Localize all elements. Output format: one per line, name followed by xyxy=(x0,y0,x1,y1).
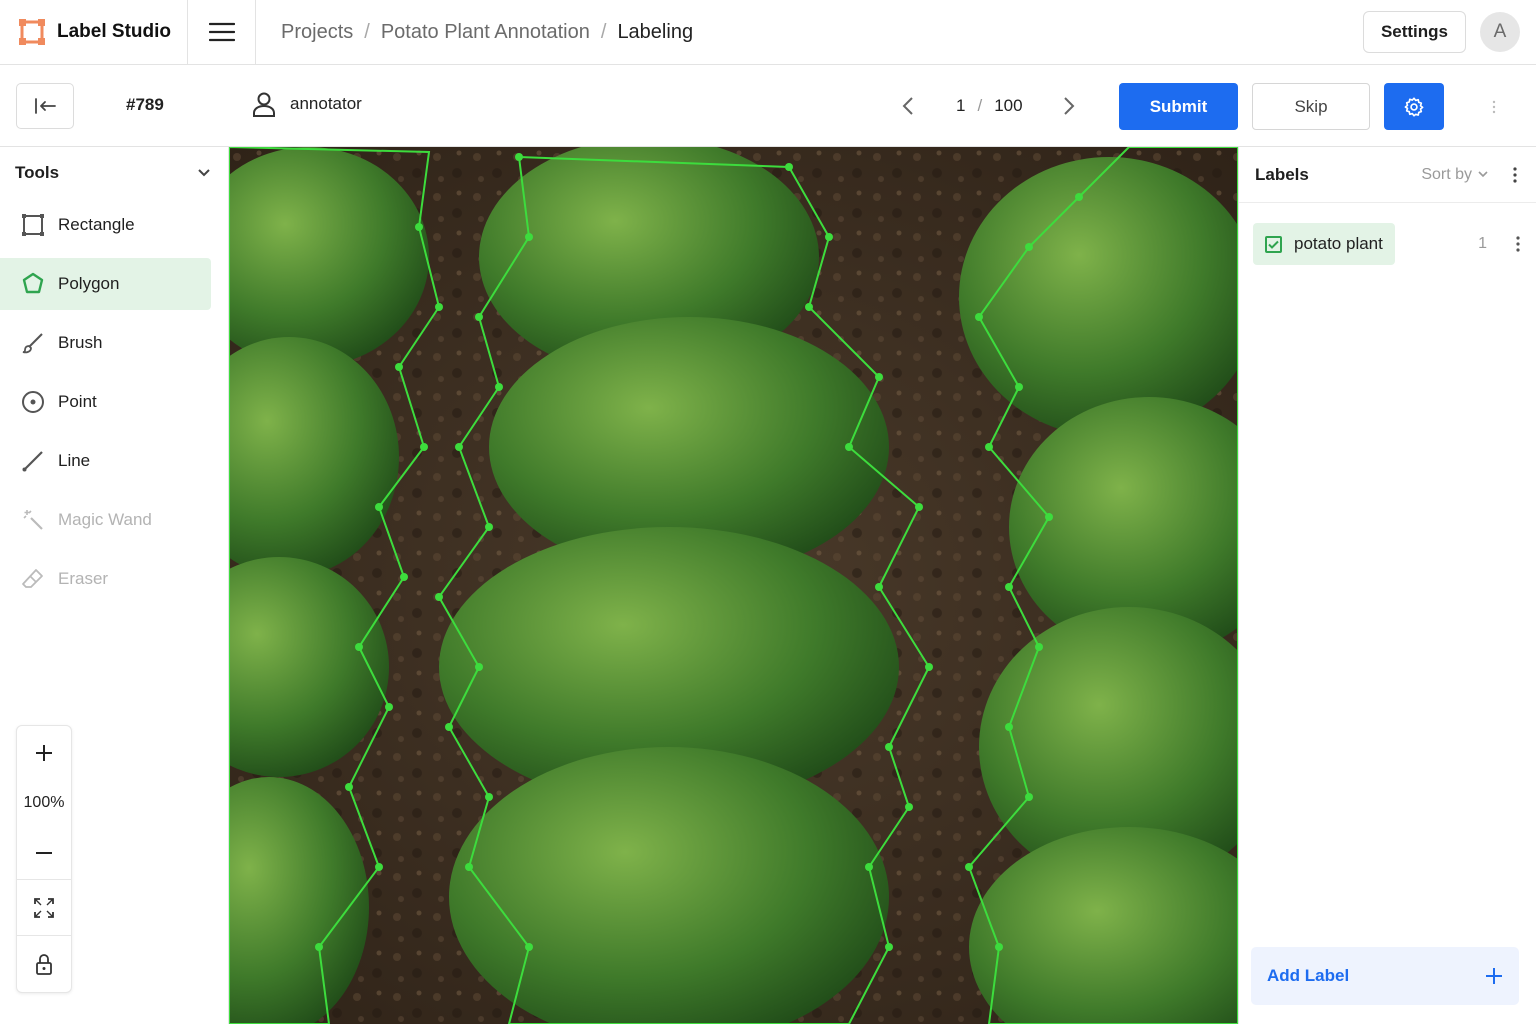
breadcrumb-separator: / xyxy=(364,20,370,43)
magic-wand-icon xyxy=(20,507,46,533)
hamburger-menu-button[interactable] xyxy=(188,0,256,65)
breadcrumb: Projects / Potato Plant Annotation / Lab… xyxy=(256,21,693,44)
top-header: Label Studio Projects / Potato Plant Ann… xyxy=(0,0,1536,65)
brush-icon xyxy=(20,330,46,356)
user-name: annotator xyxy=(290,94,362,113)
labels-title: Labels xyxy=(1255,164,1309,184)
brand[interactable]: Label Studio xyxy=(0,0,188,65)
labeling-settings-button[interactable] xyxy=(1384,83,1444,130)
expand-icon xyxy=(34,897,54,918)
labels-more-button[interactable] xyxy=(1510,166,1520,183)
fit-to-screen-button[interactable] xyxy=(17,880,71,936)
label-count: 1 xyxy=(1478,235,1487,252)
more-vertical-icon xyxy=(1516,236,1520,252)
zoom-level: 100% xyxy=(23,794,65,811)
add-label-text: Add Label xyxy=(1267,966,1350,985)
gear-icon xyxy=(1404,96,1424,117)
more-vertical-icon xyxy=(1513,166,1517,183)
zoom-in-button[interactable] xyxy=(17,726,71,780)
plus-icon xyxy=(36,745,52,761)
chevron-down-icon xyxy=(198,169,210,177)
exit-icon xyxy=(35,98,56,114)
tools-header[interactable]: Tools xyxy=(0,147,228,199)
tools-panel: Tools Rectangle Polygon Brush Point Line xyxy=(0,147,229,1024)
next-task-button[interactable] xyxy=(1057,85,1081,127)
page-total: 100 xyxy=(994,96,1023,115)
minus-icon xyxy=(36,851,52,854)
plus-icon xyxy=(1486,968,1502,984)
tool-rectangle[interactable]: Rectangle xyxy=(0,199,211,251)
tool-polygon[interactable]: Polygon xyxy=(0,258,211,310)
skip-button[interactable]: Skip xyxy=(1252,83,1370,130)
back-button[interactable] xyxy=(16,83,74,129)
tool-label: Brush xyxy=(58,333,103,352)
tool-magic-wand: Magic Wand xyxy=(0,494,211,546)
current-user: annotator xyxy=(252,91,362,117)
label-name: potato plant xyxy=(1294,234,1383,253)
chevron-down-icon xyxy=(1478,171,1488,178)
label-more-button[interactable] xyxy=(1513,236,1523,252)
polygon-icon xyxy=(20,271,46,297)
lock-button[interactable] xyxy=(17,936,71,992)
lock-icon xyxy=(36,954,52,975)
tool-line[interactable]: Line xyxy=(0,435,211,487)
page-current: 1 xyxy=(956,96,966,115)
rectangle-icon xyxy=(20,212,46,238)
label-chip[interactable]: potato plant xyxy=(1253,223,1395,265)
tools-title: Tools xyxy=(15,163,60,182)
tool-label: Point xyxy=(58,392,97,411)
tool-label: Eraser xyxy=(58,569,109,588)
label-checkbox[interactable] xyxy=(1265,235,1282,253)
more-vertical-icon xyxy=(1492,100,1496,114)
submit-button[interactable]: Submit xyxy=(1119,83,1238,130)
check-icon xyxy=(1268,240,1279,249)
tool-label: Polygon xyxy=(58,274,120,293)
label-studio-logo-icon xyxy=(19,19,45,45)
chevron-right-icon xyxy=(1063,97,1074,115)
tool-point[interactable]: Point xyxy=(0,376,211,428)
user-icon xyxy=(253,92,275,117)
more-options-button[interactable] xyxy=(1488,97,1500,117)
task-pager: 1 / 100 xyxy=(896,85,1081,127)
breadcrumb-project[interactable]: Potato Plant Annotation xyxy=(381,21,590,44)
avatar[interactable]: A xyxy=(1480,12,1520,52)
eraser-icon xyxy=(20,566,46,592)
breadcrumb-projects[interactable]: Projects xyxy=(281,21,353,44)
app-name: Label Studio xyxy=(57,21,171,42)
potato-field-image[interactable] xyxy=(229,147,1238,1024)
tool-brush[interactable]: Brush xyxy=(0,317,211,369)
label-item[interactable]: potato plant 1 xyxy=(1253,223,1523,265)
tool-label: Rectangle xyxy=(58,215,135,234)
page-separator: / xyxy=(977,96,983,115)
hamburger-icon xyxy=(208,22,235,42)
line-icon xyxy=(20,448,46,474)
annotation-canvas[interactable] xyxy=(229,147,1238,1024)
settings-button[interactable]: Settings xyxy=(1362,11,1466,53)
sort-by-dropdown[interactable]: Sort by xyxy=(1421,166,1488,184)
labels-header: Labels Sort by xyxy=(1239,147,1536,203)
task-toolbar: #789 annotator 1 / 100 Submit Skip xyxy=(0,65,1536,147)
sort-by-label: Sort by xyxy=(1421,165,1472,183)
breadcrumb-separator: / xyxy=(600,20,607,43)
tool-eraser: Eraser xyxy=(0,553,211,605)
breadcrumb-current: Labeling xyxy=(617,20,694,43)
chevron-left-icon xyxy=(902,97,913,115)
labels-panel: Labels Sort by potato plant 1 Add Label xyxy=(1238,147,1536,1024)
task-id: #789 xyxy=(126,95,164,114)
point-icon xyxy=(20,389,46,415)
add-label-button[interactable]: Add Label xyxy=(1251,947,1519,1005)
zoom-controls: 100% xyxy=(16,725,72,993)
prev-task-button[interactable] xyxy=(896,85,920,127)
tool-label: Magic Wand xyxy=(58,510,152,529)
zoom-out-button[interactable] xyxy=(17,826,71,880)
tool-label: Line xyxy=(58,451,91,470)
